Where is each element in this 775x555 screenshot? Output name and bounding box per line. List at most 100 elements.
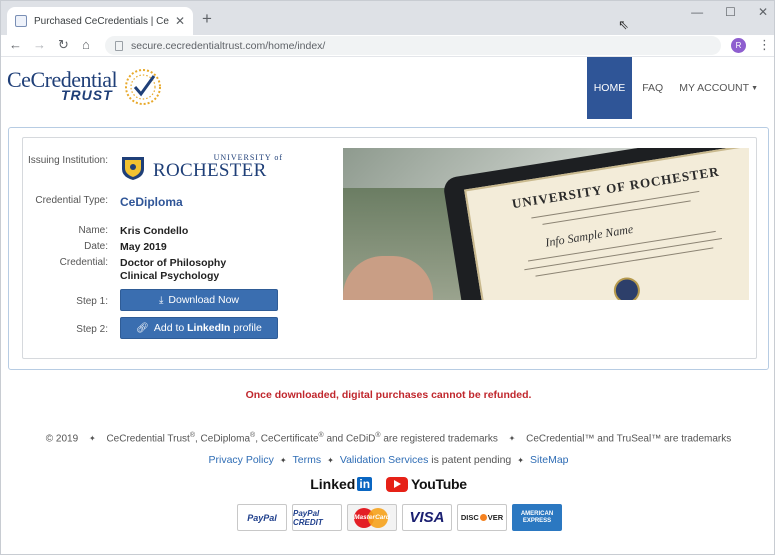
page-info-icon[interactable] xyxy=(115,40,123,51)
logo-trust: TRUST xyxy=(61,87,113,103)
amex-logo: AMERICAN EXPRESS xyxy=(512,504,562,531)
youtube-play-icon xyxy=(386,476,409,492)
new-tab-button[interactable]: + xyxy=(202,10,212,27)
diploma-photo: UNIVERSITY OF ROCHESTER Info Sample Name xyxy=(343,148,749,300)
credential-type-value: CeDiploma xyxy=(120,195,183,209)
terms-link[interactable]: Terms xyxy=(293,454,322,466)
linkedin-logo[interactable]: Linked in xyxy=(310,476,373,492)
address-bar[interactable]: secure.cecredentialtrust.com/home/index/ xyxy=(105,36,721,55)
download-icon: ⤓ xyxy=(158,294,164,306)
credential-card: Issuing Institution: UNIVERSITY of ROCHE… xyxy=(22,137,757,359)
maximize-icon[interactable]: ☐ xyxy=(725,5,736,19)
linkedin-brand: LinkedIn xyxy=(187,322,231,334)
site-logo[interactable]: CeCredential TRUST xyxy=(7,67,167,107)
reload-icon[interactable]: ↻ xyxy=(58,37,69,53)
refund-warning: Once downloaded, digital purchases canno… xyxy=(245,389,532,401)
paypal-logo: PayPal xyxy=(237,504,287,531)
date-value: May 2019 xyxy=(120,241,167,253)
payment-methods: PayPal PayPal CREDIT MasterCard VISA DIS… xyxy=(237,504,562,531)
main-nav: HOME FAQ MY ACCOUNT ▼ xyxy=(586,57,766,119)
discover-logo: DISC VER xyxy=(457,504,507,531)
date-label: Date: xyxy=(84,241,108,252)
bullet-separator: ✦ xyxy=(508,434,516,444)
institution-main: ROCHESTER xyxy=(153,160,267,181)
close-tab-icon[interactable]: ✕ xyxy=(175,14,185,28)
linkedin-wordmark: Linked xyxy=(310,476,356,492)
privacy-policy-link[interactable]: Privacy Policy xyxy=(208,454,273,466)
bullet-separator: ✦ xyxy=(517,456,524,465)
nav-home[interactable]: HOME xyxy=(586,57,633,119)
bullet-separator: ✦ xyxy=(327,456,334,465)
credential-degree: Doctor of Philosophy xyxy=(120,257,227,269)
credential-label: Credential: xyxy=(59,257,108,268)
linkedin-suffix: profile xyxy=(230,322,262,334)
validation-services-link[interactable]: Validation Services xyxy=(340,454,429,466)
trademark-a: CeCredential Trust xyxy=(106,433,190,445)
footer-links: Privacy Policy ✦ Terms ✦ Validation Services… xyxy=(1,454,774,466)
download-now-button[interactable]: ⤓ Download Now xyxy=(120,289,278,311)
nav-my-account-label: MY ACCOUNT xyxy=(679,82,750,94)
copyright-year: © 2019 xyxy=(45,433,79,445)
browser-menu-icon[interactable]: ⋮ xyxy=(758,37,771,53)
discover-text-b: VER xyxy=(487,513,504,522)
credential-field: Clinical Psychology xyxy=(120,270,220,282)
diploma-text-line xyxy=(535,247,714,277)
add-to-linkedin-button[interactable]: 🔗︎ Add to LinkedIn profile xyxy=(120,317,278,339)
bullet-separator: ✦ xyxy=(279,456,287,465)
youtube-logo[interactable]: YouTube xyxy=(386,476,467,492)
diploma-seal-icon xyxy=(612,275,642,300)
patent-text: is patent pending xyxy=(428,454,512,466)
visa-logo: VISA xyxy=(402,504,452,531)
back-arrow-icon[interactable]: ← xyxy=(9,37,22,52)
paypal-credit-logo: PayPal CREDIT xyxy=(292,504,342,531)
university-shield-icon xyxy=(122,157,144,180)
sitemap-link[interactable]: SiteMap xyxy=(530,454,569,466)
url-text: secure.cecredentialtrust.com/home/index/ xyxy=(131,39,326,52)
profile-avatar[interactable]: R xyxy=(731,38,746,53)
mastercard-logo: MasterCard xyxy=(347,504,397,531)
credential-type-label: Credential Type: xyxy=(35,195,108,206)
window-controls: — ☐ ✕ xyxy=(691,5,768,19)
close-window-icon[interactable]: ✕ xyxy=(758,5,768,19)
browser-tab[interactable]: Purchased CeCredentials | CeCre ✕ xyxy=(7,7,193,35)
nav-my-account[interactable]: MY ACCOUNT ▼ xyxy=(671,57,766,119)
browser-toolbar: ← → ↻ ⌂ secure.cecredentialtrust.com/hom… xyxy=(1,35,774,57)
download-label: Download Now xyxy=(168,294,240,306)
issuing-label: Issuing Institution: xyxy=(27,155,108,166)
forward-arrow-icon[interactable]: → xyxy=(33,37,46,52)
mouse-cursor-icon: ⇖ xyxy=(618,17,629,32)
minimize-icon[interactable]: — xyxy=(691,5,703,19)
tablet-screen: UNIVERSITY OF ROCHESTER Info Sample Name xyxy=(464,148,749,300)
step2-label: Step 2: xyxy=(76,324,108,335)
discover-o-icon xyxy=(479,514,487,521)
discover-text-a: DISC xyxy=(460,513,479,522)
name-label: Name: xyxy=(78,225,108,236)
institution-name: UNIVERSITY of ROCHESTER xyxy=(153,153,283,180)
step1-label: Step 1: xyxy=(76,296,108,307)
linkedin-prefix: Add to xyxy=(153,322,188,334)
home-icon[interactable]: ⌂ xyxy=(82,37,90,52)
credential-panel: Issuing Institution: UNIVERSITY of ROCHE… xyxy=(8,127,769,370)
tab-title: Purchased CeCredentials | CeCre xyxy=(34,15,169,27)
bullet-separator: ✦ xyxy=(88,434,96,444)
caret-down-icon: ▼ xyxy=(751,84,758,92)
trademark-b: , CeDiploma xyxy=(194,433,251,445)
tab-strip: Purchased CeCredentials | CeCre ✕ + ⇖ — … xyxy=(1,1,774,35)
trademark-e: are registered trademarks xyxy=(380,433,498,445)
social-links: Linked in YouTube xyxy=(1,476,774,492)
trademark-f: CeCredential™ and TruSeal™ are trademark… xyxy=(526,433,732,445)
legal-notice: © 2019 ✦ CeCredential Trust®, CeDiploma®… xyxy=(26,429,751,445)
trademark-d: and CeDiD xyxy=(323,433,376,445)
diploma-title: UNIVERSITY OF ROCHESTER xyxy=(510,163,721,212)
mastercard-text: MasterCard xyxy=(354,513,390,521)
nav-faq[interactable]: FAQ xyxy=(634,57,671,119)
trademark-c: , CeCertificate xyxy=(255,433,319,445)
name-value: Kris Condello xyxy=(120,225,189,237)
link-icon: 🔗︎ xyxy=(136,322,149,334)
browser-window: Purchased CeCredentials | CeCre ✕ + ⇖ — … xyxy=(0,0,775,555)
trust-seal-icon xyxy=(125,69,161,105)
youtube-wordmark: YouTube xyxy=(411,476,467,492)
tablet-device: UNIVERSITY OF ROCHESTER Info Sample Name xyxy=(442,148,749,300)
linkedin-in-icon: in xyxy=(357,477,373,491)
page-favicon-icon xyxy=(15,15,27,27)
